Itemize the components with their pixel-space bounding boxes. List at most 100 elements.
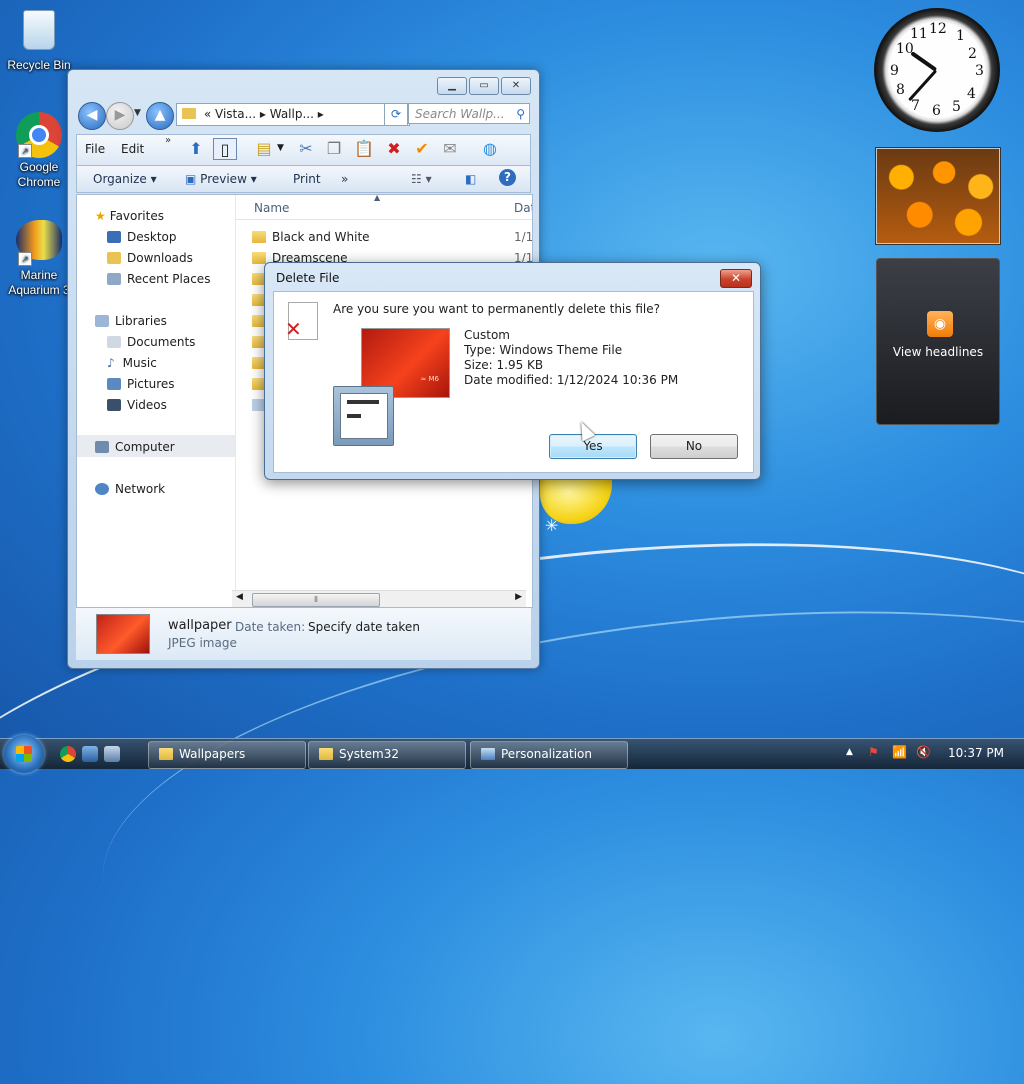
details-pane: wallpaper JPEG image Date taken: Specify…: [76, 608, 531, 660]
column-header-name[interactable]: Name: [254, 201, 289, 215]
preview-button[interactable]: ▣ Preview ▾: [185, 172, 257, 186]
folders-pane-icon[interactable]: ▯: [213, 138, 237, 160]
up-button[interactable]: ▲: [146, 102, 174, 130]
properties-check-icon[interactable]: ✔: [411, 138, 433, 160]
minimize-button[interactable]: ▁: [437, 77, 467, 95]
nav-favorites[interactable]: ★ Favorites: [95, 209, 164, 223]
commands-overflow-button[interactable]: »: [341, 172, 348, 186]
recent-places-icon: [107, 273, 121, 285]
no-button[interactable]: No: [650, 434, 738, 459]
nav-label: Desktop: [127, 230, 177, 244]
folder-icon: [252, 252, 266, 264]
nav-network[interactable]: Network: [95, 482, 165, 496]
address-overflow[interactable]: «: [204, 107, 211, 121]
yes-button[interactable]: Yes: [549, 434, 637, 459]
clock-number: 2: [968, 46, 977, 62]
personalization-icon: [481, 748, 495, 760]
address-crumb-vista[interactable]: Vista...: [215, 107, 256, 121]
nav-item-documents[interactable]: Documents: [107, 335, 195, 349]
nav-libraries[interactable]: Libraries: [95, 314, 167, 328]
show-hidden-icons-button[interactable]: ▲: [846, 747, 853, 757]
downloads-icon: [107, 252, 121, 264]
paste-icon[interactable]: 📋: [353, 138, 375, 160]
preview-pane-icon[interactable]: ◧: [465, 172, 476, 186]
nav-item-music[interactable]: ♪ Music: [107, 356, 157, 370]
fish-icon: ↗: [16, 220, 62, 266]
taskbar-button-personalization[interactable]: Personalization: [470, 741, 628, 769]
clock-minute-hand: [908, 69, 938, 102]
horizontal-scrollbar[interactable]: ◀ ⦀ ▶: [232, 590, 526, 607]
address-bar[interactable]: « Vista... ▸ Wallp... ▸ ▼: [176, 103, 410, 126]
column-header-date[interactable]: Dat: [514, 201, 532, 215]
nav-item-desktop[interactable]: Desktop: [107, 230, 177, 244]
nav-item-recent-places[interactable]: Recent Places: [107, 272, 210, 286]
chrome-quicklaunch-icon[interactable]: [60, 746, 76, 762]
views-dropdown-icon[interactable]: ▼: [277, 143, 284, 153]
address-separator[interactable]: ▸: [260, 107, 266, 121]
clock-number: 4: [967, 86, 976, 102]
nav-item-pictures[interactable]: Pictures: [107, 377, 175, 391]
list-item[interactable]: Black and White: [252, 230, 370, 244]
volume-muted-icon[interactable]: 🔇: [916, 745, 931, 759]
menu-edit[interactable]: Edit: [121, 142, 144, 156]
folder-options-icon[interactable]: ▤: [253, 138, 275, 160]
desktop-icon-google-chrome[interactable]: ↗ Google Chrome: [1, 112, 77, 190]
search-input[interactable]: Search Wallp... ⚲: [408, 103, 530, 124]
address-separator[interactable]: ▸: [318, 107, 324, 121]
file-date: 1/1: [514, 230, 532, 244]
globe-icon[interactable]: ◍: [479, 138, 501, 160]
taskbar-button-wallpapers[interactable]: Wallpapers: [148, 741, 306, 769]
show-desktop-icon[interactable]: [82, 746, 98, 762]
menu-overflow-icon[interactable]: »: [165, 135, 171, 146]
help-icon[interactable]: ?: [499, 169, 516, 186]
action-center-flag-icon[interactable]: ⚑: [868, 745, 879, 759]
dialog-close-button[interactable]: ✕: [720, 269, 752, 288]
nav-label: Pictures: [127, 377, 175, 391]
file-name: Black and White: [272, 230, 370, 244]
clock-number: 12: [929, 21, 947, 37]
nav-item-downloads[interactable]: Downloads: [107, 251, 193, 265]
nav-item-videos[interactable]: Videos: [107, 398, 167, 412]
organize-button[interactable]: Organize ▾: [93, 172, 157, 186]
refresh-button[interactable]: ⟳: [384, 103, 408, 126]
scrollbar-thumb[interactable]: ⦀: [252, 593, 380, 607]
back-button[interactable]: ◀: [78, 102, 106, 130]
desktop-icon-recycle-bin[interactable]: Recycle Bin: [1, 6, 77, 73]
recent-pages-dropdown-icon[interactable]: ▼: [134, 108, 141, 118]
cut-icon[interactable]: ✂: [295, 138, 317, 160]
start-button[interactable]: [4, 735, 44, 773]
desktop-icon-marine-aquarium[interactable]: ↗ Marine Aquarium 3: [1, 216, 77, 298]
address-crumb-wallpapers[interactable]: Wallp...: [270, 107, 314, 121]
file-name: Custom: [464, 328, 510, 342]
details-file-name: wallpaper: [168, 618, 232, 633]
nav-label: Computer: [115, 440, 175, 454]
email-icon[interactable]: ✉: [439, 138, 461, 160]
switch-windows-icon[interactable]: [104, 746, 120, 762]
nav-computer[interactable]: Computer: [95, 440, 175, 454]
slideshow-gadget[interactable]: [876, 148, 1000, 244]
nav-label: Favorites: [109, 209, 164, 223]
feed-link[interactable]: View headlines: [877, 345, 999, 359]
close-button[interactable]: ✕: [501, 77, 531, 95]
maximize-button[interactable]: ▭: [469, 77, 499, 95]
system-clock[interactable]: 10:37 PM: [948, 746, 1004, 760]
copy-icon[interactable]: ❐: [323, 138, 345, 160]
taskbar-button-system32[interactable]: System32: [308, 741, 466, 769]
scroll-left-icon[interactable]: ◀: [236, 592, 243, 602]
details-date-label: Date taken:: [235, 620, 306, 634]
clock-gadget[interactable]: 12 1 2 3 4 5 6 7 8 9 10 11: [874, 8, 1000, 132]
details-date-value[interactable]: Specify date taken: [308, 620, 420, 634]
clock-number: 1: [956, 28, 965, 44]
delete-icon[interactable]: ✖: [383, 138, 405, 160]
print-button[interactable]: Print: [293, 172, 321, 186]
views-icon[interactable]: ☷ ▾: [411, 172, 432, 186]
menu-file[interactable]: File: [85, 142, 105, 156]
up-folder-icon[interactable]: ⬆: [185, 138, 207, 160]
preview-icon: ▣: [185, 172, 197, 186]
feed-headlines-gadget[interactable]: ◉ View headlines: [876, 258, 1000, 425]
search-icon[interactable]: ⚲: [516, 104, 525, 124]
task-label: Personalization: [501, 747, 592, 761]
forward-button[interactable]: ▶: [106, 102, 134, 130]
network-signal-icon[interactable]: 📶: [892, 745, 907, 759]
scroll-right-icon[interactable]: ▶: [515, 592, 522, 602]
